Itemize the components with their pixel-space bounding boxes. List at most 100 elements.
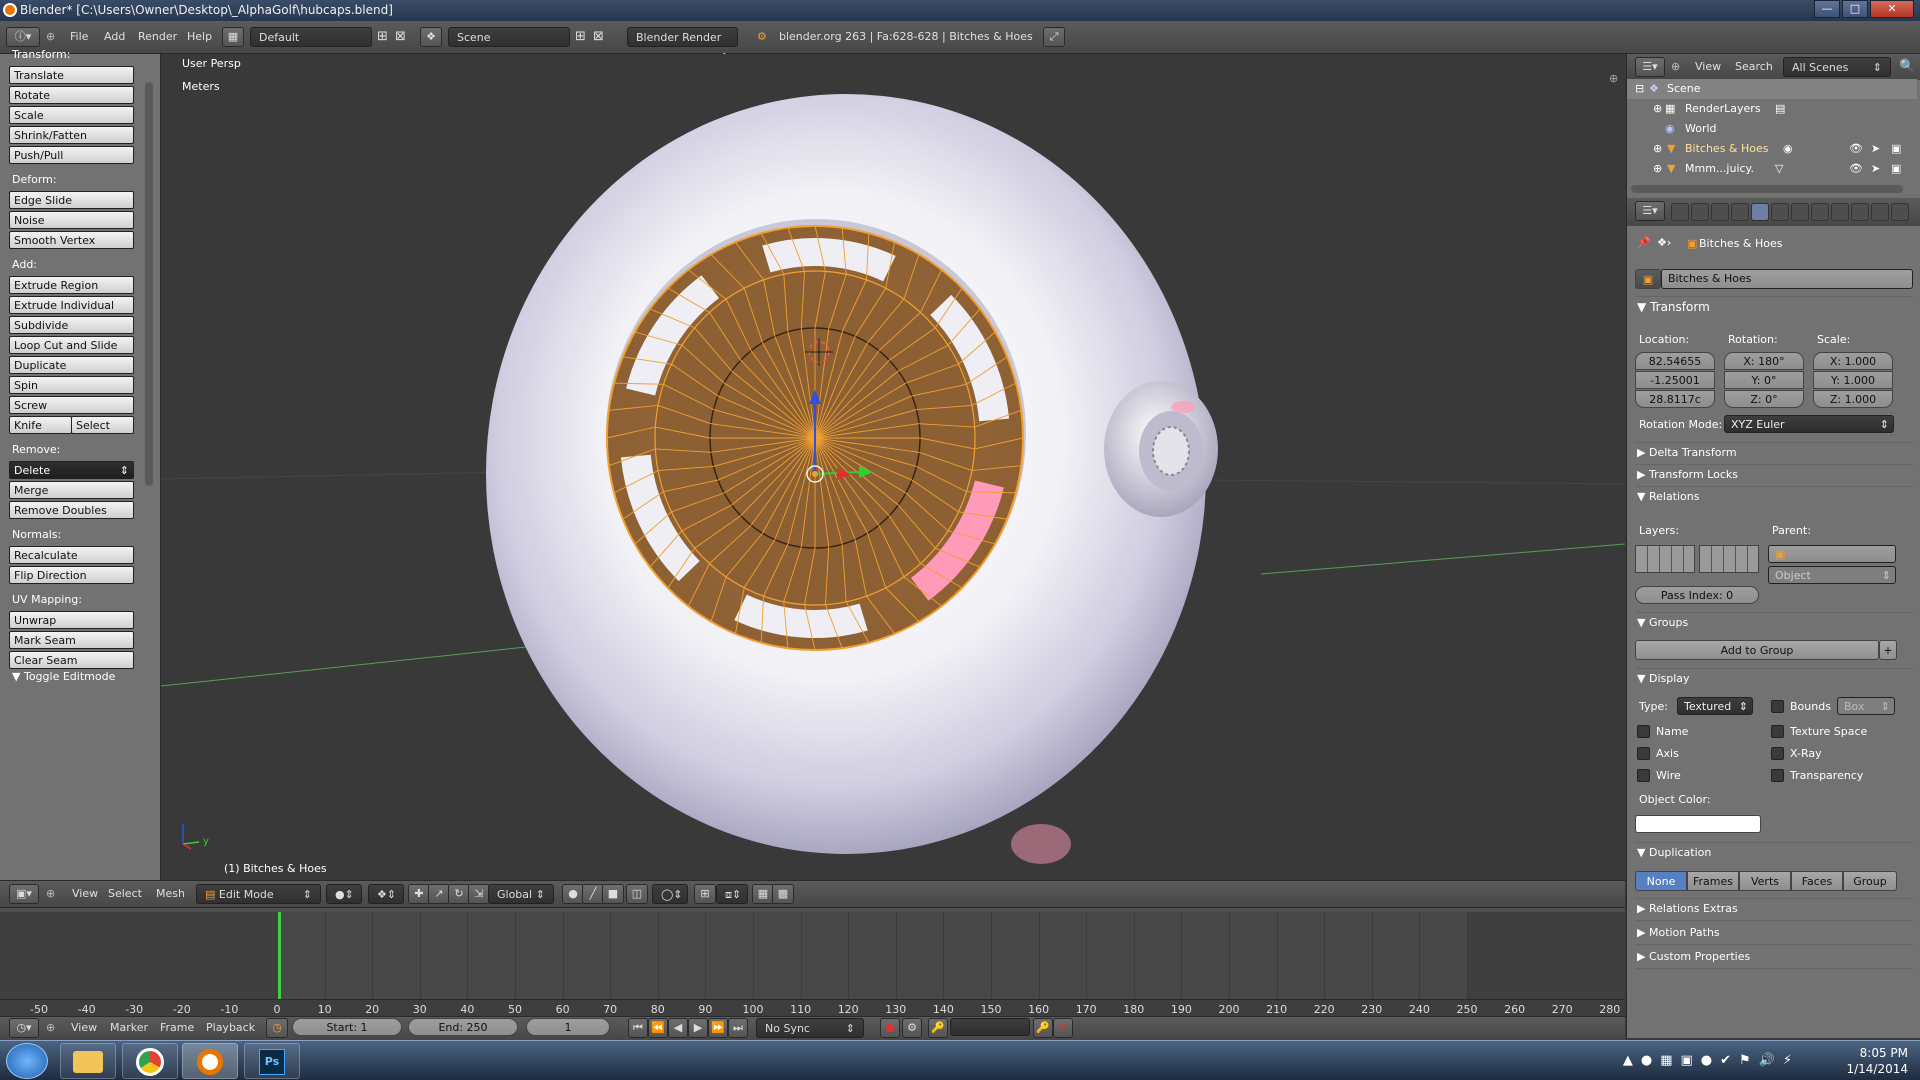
outliner-filter-select[interactable]: All Scenes ⇕ (1783, 57, 1891, 77)
rotation-z-field[interactable]: Z: 0° (1724, 390, 1804, 408)
outliner-menu-view[interactable]: View (1687, 57, 1729, 77)
expand-icon[interactable]: ⊟ (1635, 79, 1644, 99)
data-tab-icon[interactable] (1811, 203, 1829, 221)
dup-none-button[interactable]: None (1635, 871, 1687, 891)
wire-checkbox[interactable] (1637, 769, 1650, 782)
timeline-editor-type-button[interactable]: ◷▾ (9, 1018, 39, 1038)
keying-set-field[interactable] (950, 1018, 1030, 1036)
viewport-menu-mesh[interactable]: Mesh (148, 884, 193, 904)
delete-menu[interactable]: Delete ⇕ (9, 461, 134, 479)
pass-index-field[interactable]: Pass Index: 0 (1635, 586, 1759, 604)
scene-select[interactable]: Scene (448, 27, 570, 47)
object-name-field[interactable]: Bitches & Hoes (1661, 269, 1913, 289)
start-button-icon[interactable] (6, 1043, 48, 1079)
outliner-row-renderlayers[interactable]: ⊕ ▦ RenderLayers ▤ (1627, 99, 1917, 119)
knife-select-button[interactable]: Select (71, 416, 134, 434)
rotate-manipulator-icon[interactable]: ↻ (448, 884, 470, 904)
visibility-eye-icon[interactable]: 👁 (1849, 139, 1863, 159)
add-scene-icon[interactable]: ⊞ (575, 27, 586, 47)
add-layout-icon[interactable]: ⊞ (377, 27, 388, 47)
insert-keyframe-icon[interactable]: 🔑 (1033, 1018, 1053, 1038)
menu-add[interactable]: Add (96, 27, 133, 47)
transform-panel-header[interactable]: ▼ Transform (1637, 300, 1710, 314)
knife-button[interactable]: Knife (9, 416, 72, 434)
scene-tab-icon[interactable] (1711, 203, 1729, 221)
bounds-checkbox[interactable] (1771, 700, 1784, 713)
selectable-cursor-icon[interactable]: ➤ (1871, 139, 1880, 159)
rotation-mode-select[interactable]: XYZ Euler ⇕ (1724, 415, 1894, 433)
particles-tab-icon[interactable] (1871, 203, 1889, 221)
clear-seam-button[interactable]: Clear Seam (9, 651, 134, 669)
location-z-field[interactable]: 28.8117c (1635, 390, 1715, 408)
delta-transform-panel-header[interactable]: ▶ Delta Transform (1637, 446, 1737, 459)
timeline-area[interactable] (0, 912, 1625, 1002)
push-pull-button[interactable]: Push/Pull (9, 146, 134, 164)
timeline-menu-playback[interactable]: Playback (198, 1018, 263, 1038)
outliner-row-scene[interactable]: ⊟ ❖ Scene (1627, 79, 1917, 99)
texture-space-checkbox[interactable] (1771, 725, 1784, 738)
expand-icon[interactable]: ⊕ (1653, 159, 1662, 179)
noise-button[interactable]: Noise (9, 211, 134, 229)
scale-y-field[interactable]: Y: 1.000 (1813, 371, 1893, 389)
mode-select[interactable]: ▤ Edit Mode ⇕ (196, 884, 321, 904)
orientation-select[interactable]: Global ⇕ (488, 884, 554, 904)
play-icon[interactable]: ▶ (688, 1018, 708, 1038)
render-engine-select[interactable]: Blender Render⇕ (627, 27, 738, 64)
material-tab-icon[interactable] (1831, 203, 1849, 221)
timeline-menu-frame[interactable]: Frame (152, 1018, 202, 1038)
outliner-scrollbar[interactable] (1631, 185, 1903, 193)
collapse-menu-icon[interactable]: ⊕ (46, 27, 55, 47)
flip-direction-button[interactable]: Flip Direction (9, 566, 134, 584)
jump-start-icon[interactable]: ⏮ (628, 1018, 648, 1038)
extrude-individual-button[interactable]: Extrude Individual (9, 296, 134, 314)
jump-keyframe-forward-icon[interactable]: ⏩ (708, 1018, 728, 1038)
dup-faces-button[interactable]: Faces (1791, 871, 1843, 891)
vertex-select-icon[interactable]: ● (562, 884, 584, 904)
outliner-editor-type-button[interactable]: ☰▾ (1635, 57, 1665, 77)
translate-button[interactable]: Translate (9, 66, 134, 84)
renderable-camera-icon[interactable]: ▣ (1891, 139, 1901, 159)
expand-icon[interactable]: ⊕ (1653, 99, 1662, 119)
end-frame-field[interactable]: End: 250 (408, 1018, 518, 1036)
physics-tab-icon[interactable] (1891, 203, 1909, 221)
jump-end-icon[interactable]: ⏭ (728, 1018, 748, 1038)
explorer-app-icon[interactable] (60, 1043, 116, 1079)
snap-element-select[interactable]: ⧈⇕ (716, 884, 748, 904)
transform-locks-panel-header[interactable]: ▶ Transform Locks (1637, 468, 1738, 481)
remove-layout-icon[interactable]: ⊠ (395, 27, 406, 47)
relations-panel-header[interactable]: ▼ Relations (1637, 490, 1699, 503)
active-keying-icon[interactable]: 🔑 (928, 1018, 948, 1038)
proportional-edit-select[interactable]: ◯⇕ (652, 884, 688, 904)
xray-checkbox[interactable] (1771, 747, 1784, 760)
outliner-row-mmm-juicy[interactable]: ⊕ ▼ Mmm...juicy. ▽ 👁 ➤ ▣ (1627, 159, 1917, 179)
dup-verts-button[interactable]: Verts (1739, 871, 1791, 891)
outliner-row-world[interactable]: ◉ World (1627, 119, 1917, 139)
rotate-button[interactable]: Rotate (9, 86, 134, 104)
edge-slide-button[interactable]: Edge Slide (9, 191, 134, 209)
remove-doubles-button[interactable]: Remove Doubles (9, 501, 134, 519)
play-reverse-icon[interactable]: ◀ (668, 1018, 688, 1038)
outliner-search-icon[interactable]: 🔍 (1899, 57, 1915, 77)
timeline-menu-marker[interactable]: Marker (102, 1018, 156, 1038)
spin-button[interactable]: Spin (9, 376, 134, 394)
menu-file[interactable]: File (62, 27, 96, 47)
smooth-vertex-button[interactable]: Smooth Vertex (9, 231, 134, 249)
object-data-icon[interactable]: ▣ (1635, 269, 1661, 289)
outliner-menu-search[interactable]: Search (1727, 57, 1781, 77)
scale-z-field[interactable]: Z: 1.000 (1813, 390, 1893, 408)
shrink-fatten-button[interactable]: Shrink/Fatten (9, 126, 134, 144)
properties-editor-type-button[interactable]: ☰▾ (1635, 201, 1665, 221)
shading-select[interactable]: ●⇕ (326, 884, 362, 904)
groups-panel-header[interactable]: ▼ Groups (1637, 616, 1688, 629)
menu-help[interactable]: Help (179, 27, 220, 47)
rotation-x-field[interactable]: X: 180° (1724, 352, 1804, 370)
sync-mode-select[interactable]: No Sync ⇕ (756, 1018, 864, 1038)
parent-field[interactable]: ▣ (1768, 545, 1896, 563)
transparency-checkbox[interactable] (1771, 769, 1784, 782)
layers-grid-right[interactable] (1699, 545, 1759, 573)
display-type-select[interactable]: Textured ⇕ (1677, 697, 1753, 715)
jump-keyframe-back-icon[interactable]: ⏪ (648, 1018, 668, 1038)
duplication-panel-header[interactable]: ▼ Duplication (1637, 846, 1711, 859)
timeline-menu-view[interactable]: View (63, 1018, 105, 1038)
location-x-field[interactable]: 82.54655 (1635, 352, 1715, 370)
